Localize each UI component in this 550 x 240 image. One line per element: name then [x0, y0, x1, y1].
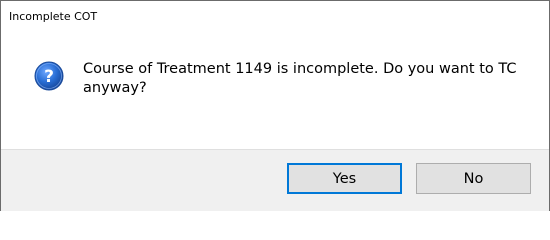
dialog-window: Incomplete COT ? Course of Treatment 114…: [0, 0, 550, 211]
no-button[interactable]: No: [416, 163, 531, 194]
yes-button[interactable]: Yes: [287, 163, 402, 194]
title-bar[interactable]: Incomplete COT: [1, 1, 549, 31]
dialog-message: Course of Treatment 1149 is incomplete. …: [83, 61, 517, 96]
button-bar: Yes No: [1, 149, 549, 211]
question-icon: ?: [34, 61, 64, 91]
window-title: Incomplete COT: [9, 10, 98, 23]
svg-text:?: ?: [44, 67, 54, 87]
dialog-content: ? Course of Treatment 1149 is incomplete…: [1, 31, 549, 149]
